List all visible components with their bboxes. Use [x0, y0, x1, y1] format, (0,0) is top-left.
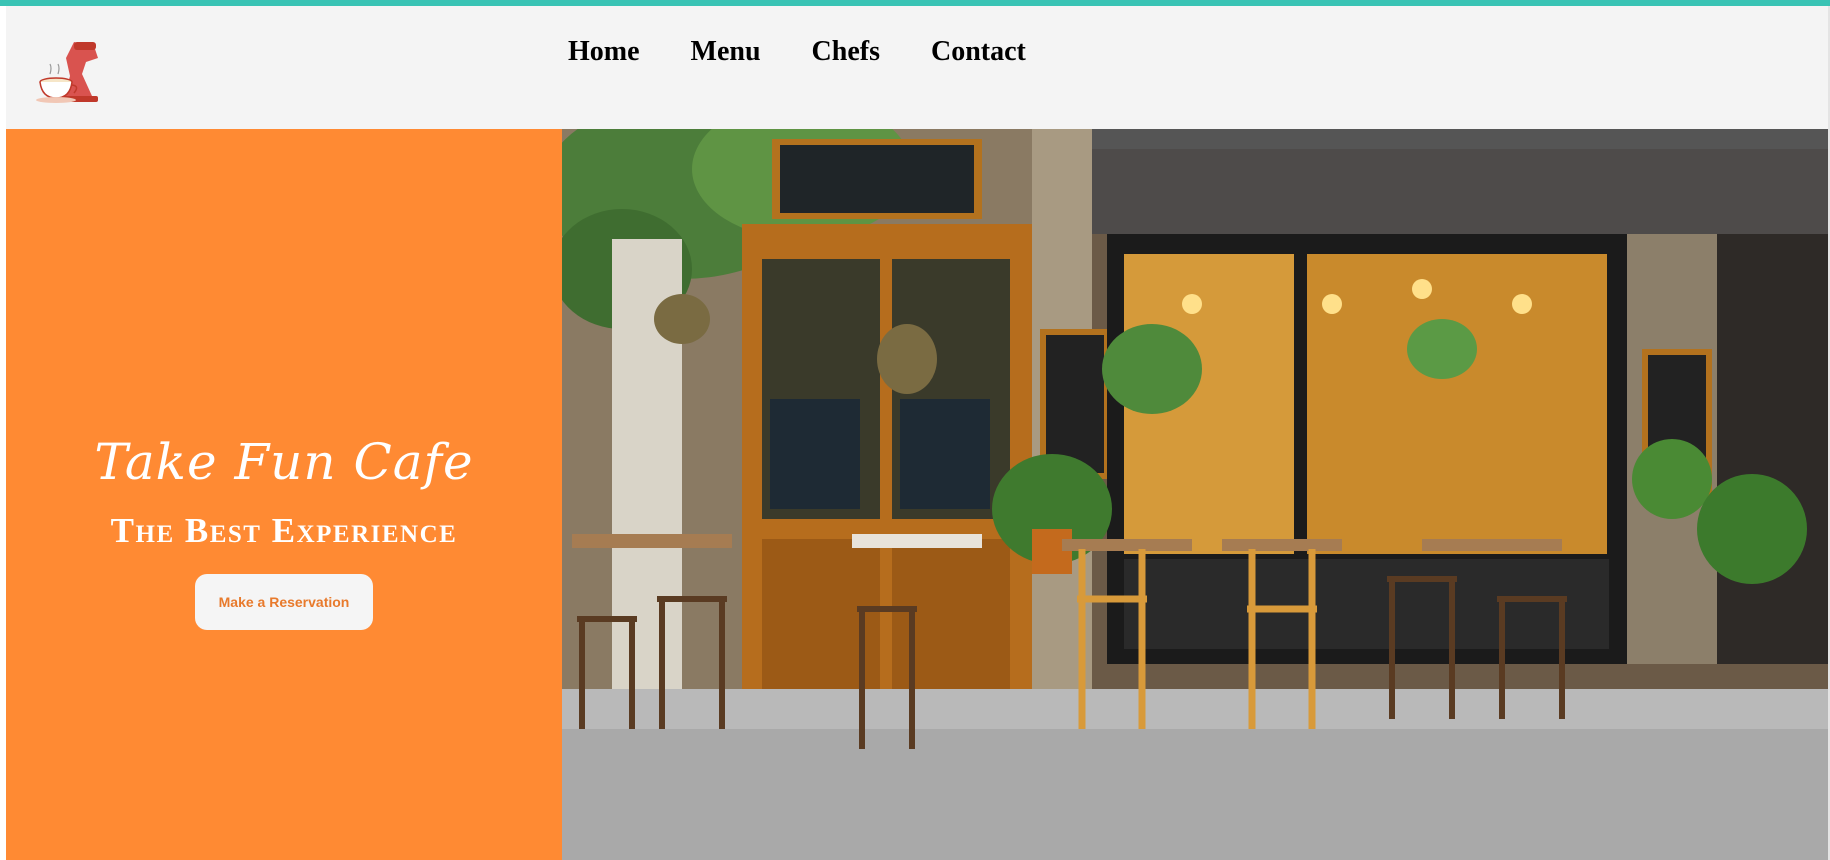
nav-home-link[interactable]: Home — [568, 36, 640, 68]
navbar: Home Menu Chefs Contact — [6, 6, 1828, 129]
hero-tagline: The Best Experience — [110, 511, 458, 550]
cafe-storefront-photo — [562, 129, 1828, 860]
hero-left-panel: Take Fun Cafe The Best Experience Make a… — [6, 129, 562, 860]
make-reservation-button[interactable]: Make a Reservation — [195, 574, 373, 630]
nav-chefs-link[interactable]: Chefs — [812, 36, 880, 68]
stand-mixer-icon[interactable] — [34, 36, 104, 106]
nav-menu-link[interactable]: Menu — [691, 36, 761, 68]
main-nav: Home Menu Chefs Contact — [568, 36, 1077, 68]
hero-script-title: Take Fun Cafe — [94, 433, 474, 491]
nav-contact-link[interactable]: Contact — [931, 36, 1026, 68]
